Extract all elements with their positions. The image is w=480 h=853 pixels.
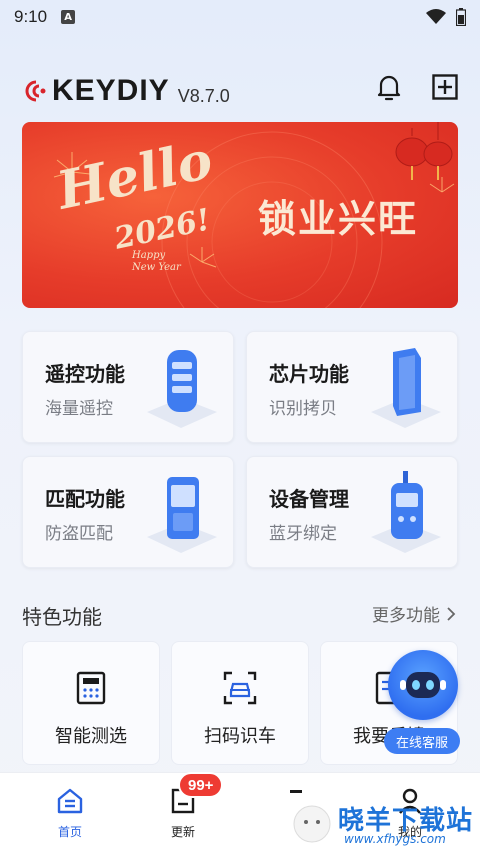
brand-name: KEYDIY [52, 74, 170, 107]
update-count-badge: 99+ [178, 772, 224, 798]
calculator-icon [76, 671, 106, 705]
chip-icon [371, 348, 441, 428]
site-watermark: 晓羊下载站 www.xfhygs.com [290, 796, 480, 853]
banner-happy-new-year: Happy New Year [132, 250, 181, 274]
app-header: KEYDIY V8.7.0 [22, 66, 462, 116]
add-button[interactable] [428, 70, 462, 104]
tab-home[interactable]: 首页 [40, 787, 100, 840]
lantern-icon [423, 122, 453, 180]
feature-card-chip[interactable]: 芯片功能 识别拷贝 [246, 331, 458, 443]
banner-happy-line1: Happy [132, 250, 166, 261]
tool-label: 扫码识车 [204, 726, 276, 747]
online-customer-service-button[interactable]: 在线客服 [384, 650, 460, 758]
banner-happy-line2: New Year [132, 262, 181, 273]
add-square-icon [432, 74, 458, 100]
card-subtitle: 蓝牙绑定 [269, 524, 337, 544]
card-subtitle: 防盗匹配 [45, 524, 113, 544]
battery-icon [456, 8, 466, 26]
wifi-icon [426, 9, 446, 24]
scan-car-icon [223, 671, 257, 705]
card-title: 芯片功能 [269, 362, 349, 386]
cs-label: 在线客服 [384, 728, 460, 754]
watermark-url: www.xfhygs.com [344, 832, 446, 846]
chevron-right-icon [447, 606, 456, 621]
tool-card-scan-car[interactable]: 扫码识车 [171, 641, 309, 765]
card-subtitle: 海量遥控 [45, 399, 113, 419]
remote-key-icon [147, 350, 217, 428]
card-subtitle: 识别拷贝 [269, 399, 337, 419]
more-features-link[interactable]: 更多功能 [372, 601, 456, 626]
home-icon [57, 788, 83, 814]
notification-icon: A [61, 10, 76, 24]
app-version: V8.7.0 [177, 85, 230, 106]
feature-card-remote[interactable]: 遥控功能 海量遥控 [22, 331, 234, 443]
sheep-logo-icon [293, 805, 331, 843]
feature-card-match[interactable]: 匹配功能 防盗匹配 [22, 456, 234, 568]
walkie-device-icon [371, 471, 441, 553]
bell-icon [377, 75, 401, 101]
promo-banner[interactable]: Hello 2026! Happy New Year 锁业兴旺 [22, 122, 458, 308]
tool-card-smart-select[interactable]: 智能测选 [22, 641, 160, 765]
status-time: 9:10 [14, 7, 48, 26]
feature-card-device[interactable]: 设备管理 蓝牙绑定 [246, 456, 458, 568]
status-bar: 9:10 A [0, 0, 480, 34]
more-features-label: 更多功能 [372, 606, 440, 626]
robot-avatar-icon [388, 650, 458, 720]
notification-button[interactable] [372, 70, 406, 104]
card-title: 遥控功能 [45, 362, 125, 386]
tab-label: 更新 [170, 825, 195, 839]
tool-label: 智能测选 [55, 726, 127, 747]
banner-slogan: 锁业兴旺 [258, 197, 419, 241]
section-title-special: 特色功能 [22, 605, 102, 629]
match-device-icon [147, 477, 217, 553]
card-title: 匹配功能 [45, 487, 125, 511]
card-title: 设备管理 [269, 487, 349, 511]
keydiy-logo-icon [25, 80, 46, 102]
tab-label: 首页 [57, 825, 82, 839]
